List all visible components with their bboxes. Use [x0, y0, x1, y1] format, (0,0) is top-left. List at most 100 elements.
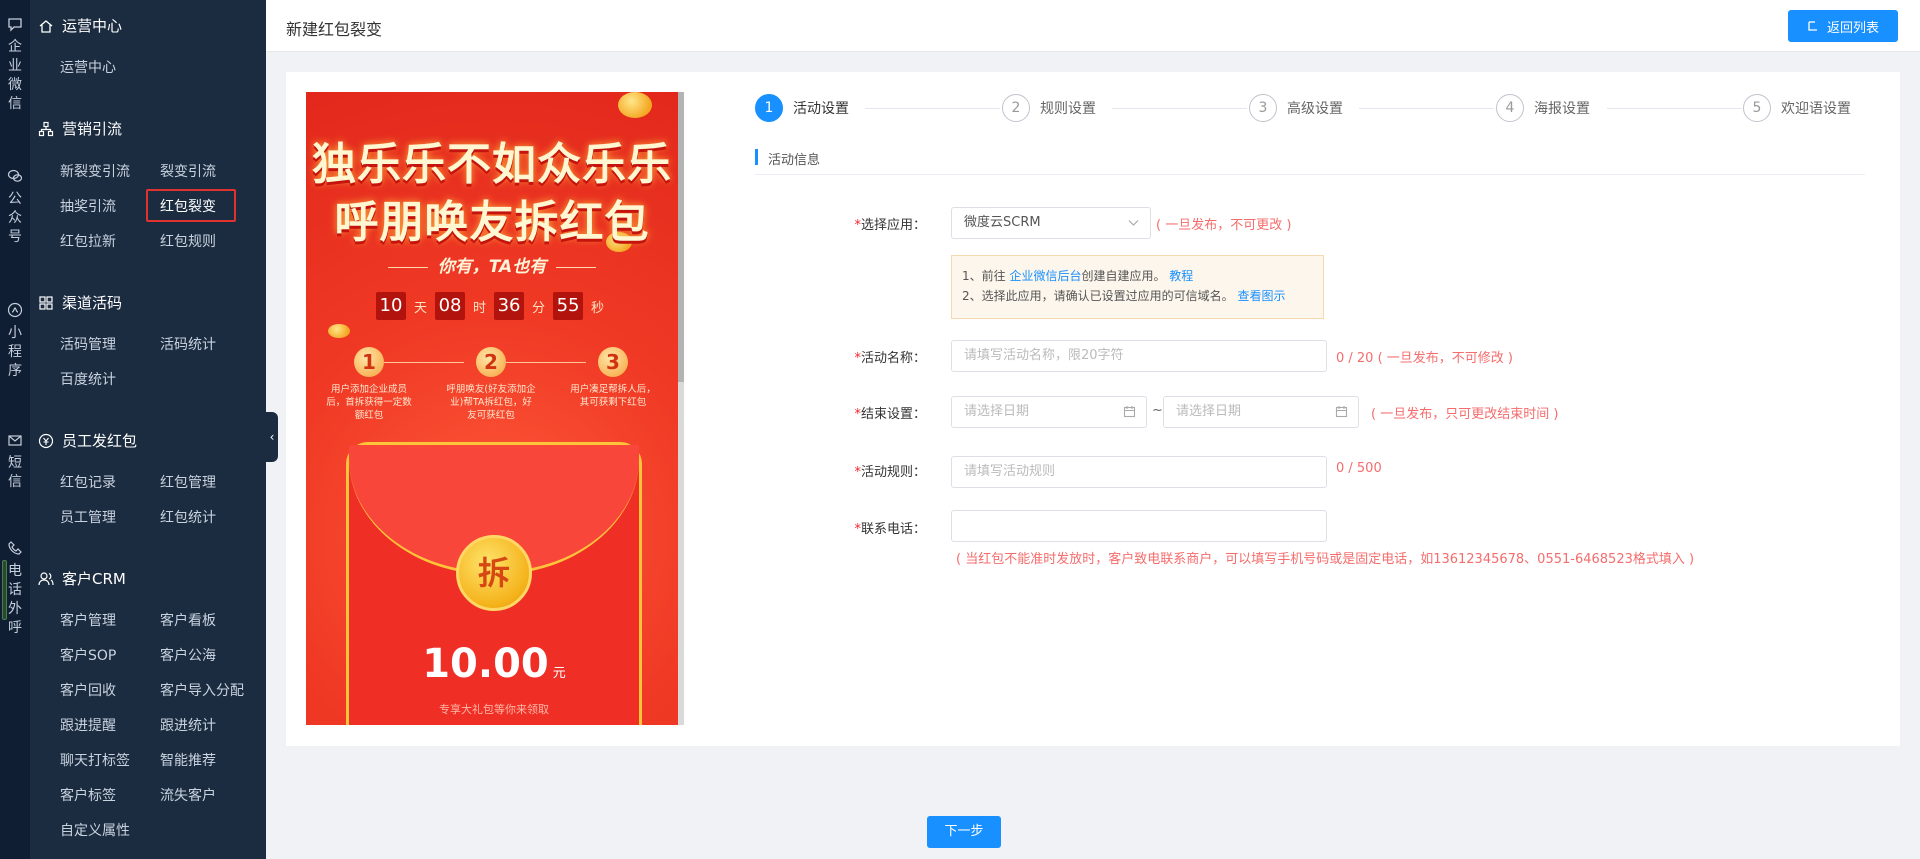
- tip-line-1: 1、前往 企业微信后台创建自建应用。 教程: [962, 269, 1194, 283]
- sidebar-item-customer-tags[interactable]: 客户标签: [60, 785, 116, 805]
- countdown-unit: 时: [473, 300, 487, 316]
- sidebar-section-operations[interactable]: 运营中心: [38, 15, 122, 36]
- sidebar-section-staff-red-packet[interactable]: 员工发红包: [38, 430, 137, 451]
- countdown-unit: 秒: [591, 300, 605, 316]
- calendar-icon: [1123, 406, 1136, 418]
- countdown-seconds: 55: [553, 292, 584, 320]
- page-header: 新建红包裂变 返回列表: [266, 0, 1920, 52]
- sidebar-item-follow-up-reminder[interactable]: 跟进提醒: [60, 715, 116, 735]
- phone-icon: [8, 541, 22, 555]
- view-diagram-link[interactable]: 查看图示: [1237, 289, 1285, 303]
- sidebar-item-customer-pool[interactable]: 客户公海: [160, 645, 216, 665]
- tutorial-link[interactable]: 教程: [1169, 269, 1193, 283]
- poster-step-1: 1 用户添加企业成员后，首拆获得一定数额红包: [324, 347, 414, 422]
- wechat-icon: [7, 169, 23, 182]
- wecom-admin-link[interactable]: 企业微信后台: [1009, 269, 1081, 283]
- poster-step-2: 2 呼朋唤友(好友添加企业)帮TA拆红包，好友可获红包: [446, 347, 536, 422]
- sidebar-section-channel-code[interactable]: 渠道活码: [38, 292, 122, 313]
- rail-item-mini-program[interactable]: 小程序: [0, 302, 30, 381]
- sidebar-item-customer-recycle[interactable]: 客户回收: [60, 680, 116, 700]
- sidebar-item-customer-management[interactable]: 客户管理: [60, 610, 116, 630]
- grid-icon: [39, 295, 53, 310]
- sidebar-item-lottery[interactable]: 抽奖引流: [60, 196, 116, 216]
- return-icon: [1808, 21, 1817, 31]
- sidebar-item-customer-import[interactable]: 客户导入分配: [160, 680, 244, 700]
- sidebar-item-red-packet-records[interactable]: 红包记录: [60, 472, 116, 492]
- contact-phone-input[interactable]: [951, 510, 1327, 542]
- activity-rules-hint: 0 / 500: [1336, 461, 1382, 476]
- red-envelope: 拆 10.00 元 专享大礼包等你来领取: [346, 442, 642, 725]
- step-connector: [865, 108, 1000, 109]
- sidebar-item-customer-sop[interactable]: 客户SOP: [60, 645, 116, 665]
- coin-icon: [38, 433, 54, 448]
- countdown-days: 10: [376, 292, 406, 320]
- sidebar-item-custom-attributes[interactable]: 自定义属性: [60, 820, 130, 840]
- sidebar-section-crm[interactable]: 客户CRM: [38, 568, 126, 589]
- sidebar-section-marketing[interactable]: 营销引流: [38, 118, 122, 139]
- scrollbar-thumb[interactable]: [678, 92, 684, 382]
- sidebar-item-code-management[interactable]: 活码管理: [60, 334, 116, 354]
- step-poster-settings[interactable]: 4 海报设置: [1496, 94, 1590, 122]
- activity-name-input[interactable]: 请填写活动名称，限20字符: [951, 340, 1327, 372]
- step-rule-settings[interactable]: 2 规则设置: [1002, 94, 1096, 122]
- sidebar-item-red-packet-fission[interactable]: 红包裂变: [160, 196, 216, 216]
- activity-name-label: *活动名称：: [854, 351, 926, 366]
- sidebar-item-new-fission[interactable]: 新裂变引流: [60, 161, 130, 181]
- sidebar-item-red-packet-acquisition[interactable]: 红包拉新: [60, 231, 116, 251]
- sidebar-item-smart-recommend[interactable]: 智能推荐: [160, 750, 216, 770]
- contact-phone-hint: ( 当红包不能准时发放时，客户致电联系商户，可以填写手机号码或是固定电话，如13…: [956, 552, 1695, 567]
- sidebar-item-follow-up-statistics[interactable]: 跟进统计: [160, 715, 216, 735]
- chat-bubble-icon: [8, 18, 22, 32]
- coin-decoration: [328, 324, 350, 338]
- app-label: *选择应用：: [854, 218, 926, 233]
- mail-icon: [8, 435, 22, 446]
- app-select[interactable]: 微度云SCRM: [951, 207, 1151, 239]
- poster-step-3: 3 用户凑足帮拆人后，其可获剩下红包: [568, 347, 658, 409]
- sidebar-item-red-packet-management[interactable]: 红包管理: [160, 472, 216, 492]
- sidebar-item-red-packet-rules[interactable]: 红包规则: [160, 231, 216, 251]
- step-welcome-settings[interactable]: 5 欢迎语设置: [1743, 94, 1851, 122]
- chevron-left-icon: ‹: [269, 430, 275, 444]
- channel-rail: 企业微信 公众号 小程序 短信 电话外呼: [0, 0, 30, 859]
- sidebar-item-fission[interactable]: 裂变引流: [160, 161, 216, 181]
- countdown-unit: 分: [532, 300, 546, 316]
- poster-scrollbar[interactable]: [678, 92, 684, 725]
- wizard-stepper: 1 活动设置 2 规则设置 3 高级设置 4 海报设置 5 欢迎语设置: [755, 94, 1865, 124]
- step-advanced-settings[interactable]: 3 高级设置: [1249, 94, 1343, 122]
- activity-rules-textarea[interactable]: 请填写活动规则: [951, 456, 1327, 488]
- sidebar-item-chat-tagging[interactable]: 聊天打标签: [60, 750, 130, 770]
- sidebar-collapse-button[interactable]: ‹: [266, 412, 278, 462]
- rail-item-wecom[interactable]: 企业微信: [0, 16, 30, 114]
- sidebar-item-customer-dashboard[interactable]: 客户看板: [160, 610, 216, 630]
- sidebar-item-red-packet-statistics[interactable]: 红包统计: [160, 507, 216, 527]
- start-date-picker[interactable]: 请选择日期: [951, 396, 1147, 428]
- poster-steps: 1 用户添加企业成员后，首拆获得一定数额红包 2 呼朋唤友(好友添加企业)帮TA…: [324, 347, 664, 437]
- countdown-unit: 天: [414, 300, 428, 316]
- step-connector: [1359, 108, 1494, 109]
- rail-item-official-account[interactable]: 公众号: [0, 168, 30, 247]
- sidebar-item-lost-customers[interactable]: 流失客户: [160, 785, 216, 805]
- step-activity-settings[interactable]: 1 活动设置: [755, 94, 849, 122]
- section-title: 活动信息: [768, 153, 821, 168]
- users-icon: [38, 571, 54, 585]
- back-to-list-button[interactable]: 返回列表: [1788, 10, 1898, 42]
- section-header: 活动信息: [755, 147, 1865, 175]
- end-date-picker[interactable]: 请选择日期: [1163, 396, 1359, 428]
- rail-item-sms[interactable]: 短信: [0, 432, 30, 492]
- sidebar-item-staff-management[interactable]: 员工管理: [60, 507, 116, 527]
- chevron-down-icon: [1128, 220, 1139, 226]
- org-chart-icon: [38, 121, 54, 136]
- rail-scroll-indicator[interactable]: [2, 560, 7, 620]
- sidebar-item-operations[interactable]: 运营中心: [60, 57, 116, 77]
- end-setting-hint: ( 一旦发布，只可更改结束时间 ): [1371, 407, 1559, 422]
- poster-countdown: 10 天 08 时 36 分 55 秒: [376, 292, 612, 320]
- app-root: 企业微信 公众号 小程序 短信 电话外呼 运营中心 运营中心 营销引流 新裂变引…: [0, 0, 1920, 859]
- open-coin-icon: 拆: [456, 535, 532, 611]
- countdown-minutes: 36: [494, 292, 525, 320]
- poster-subtitle: 你有，TA也有: [306, 252, 678, 277]
- sidebar-item-code-statistics[interactable]: 活码统计: [160, 334, 216, 354]
- calendar-icon: [1335, 406, 1348, 418]
- sidebar-item-baidu-statistics[interactable]: 百度统计: [60, 369, 116, 389]
- date-range-separator: ~: [1152, 403, 1163, 418]
- next-step-button[interactable]: 下一步: [927, 816, 1001, 848]
